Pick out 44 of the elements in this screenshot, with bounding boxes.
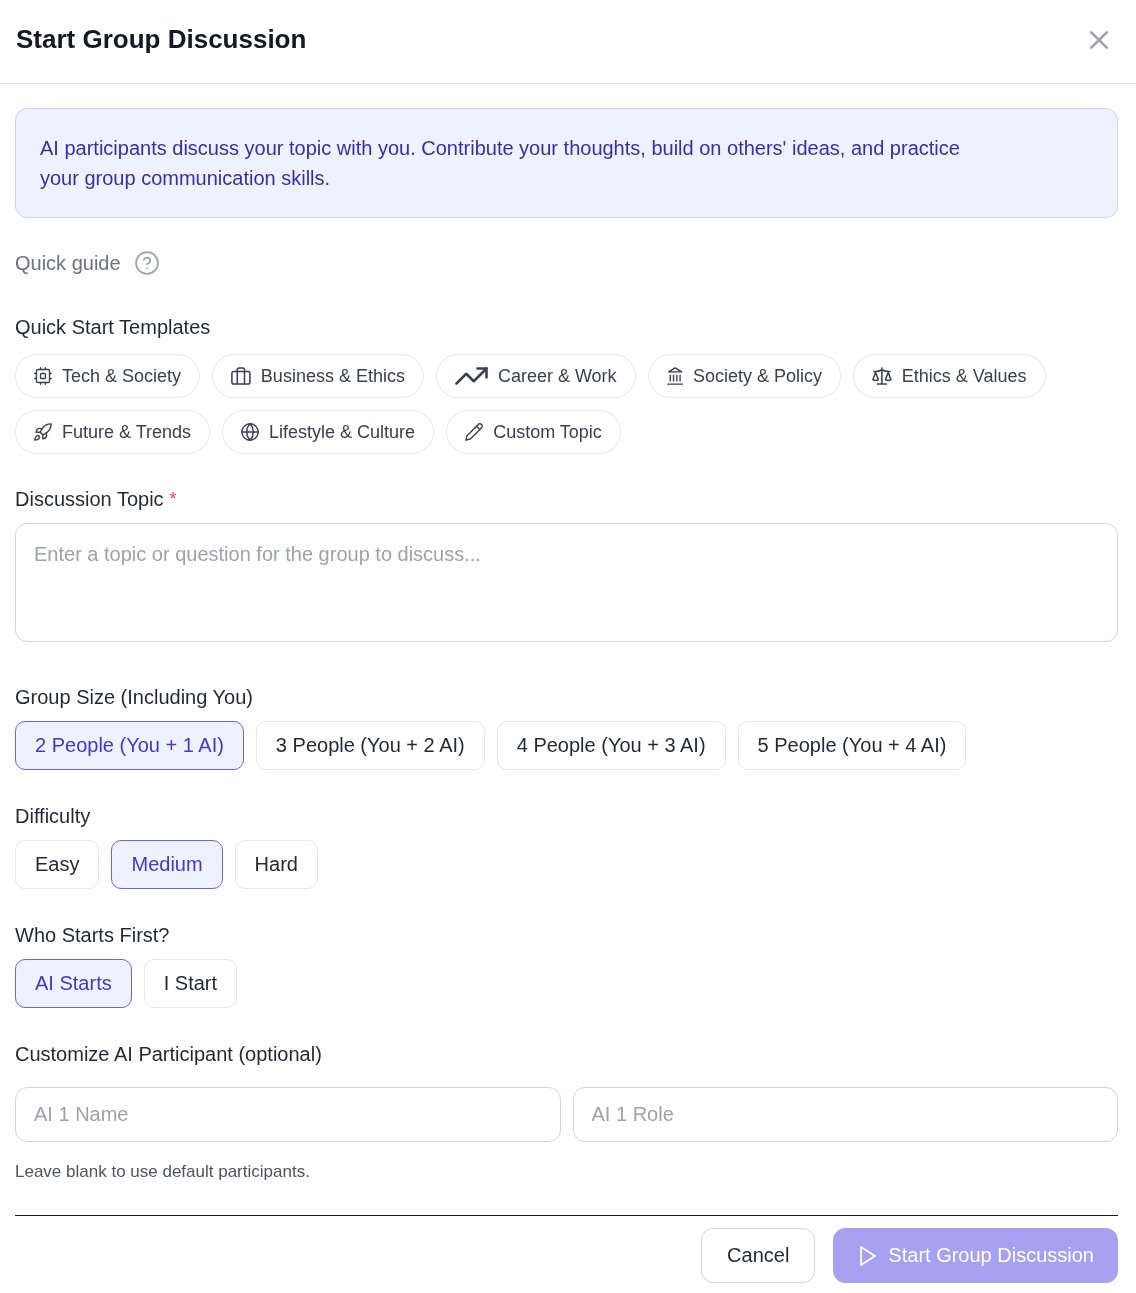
topic-input[interactable]: Enter a topic or question for the group to discuss... bbox=[15, 523, 1118, 642]
template-button[interactable]: Custom Topic bbox=[446, 410, 621, 454]
customize-label: Customize AI Participant (optional) bbox=[15, 1042, 322, 1067]
group-size-label: Group Size (Including You) bbox=[15, 685, 253, 710]
group-size-option[interactable]: 4 People (You + 3 AI) bbox=[496, 721, 726, 770]
start-order-option[interactable]: I Start bbox=[143, 959, 238, 1008]
briefcase-icon bbox=[231, 367, 251, 385]
group-size-option[interactable]: 5 People (You + 4 AI) bbox=[737, 721, 967, 770]
quick-guide-button[interactable]: Quick guide bbox=[15, 248, 159, 278]
template-button[interactable]: Career & Work bbox=[435, 354, 636, 398]
start-order-option[interactable]: AI Starts bbox=[15, 959, 132, 1008]
scales-icon bbox=[872, 367, 892, 385]
templates-label: Quick Start Templates bbox=[15, 315, 211, 340]
cancel-button[interactable]: Cancel bbox=[701, 1228, 816, 1283]
close-button[interactable] bbox=[1088, 28, 1110, 51]
ai-role-input[interactable]: AI 1 Role bbox=[572, 1087, 1118, 1142]
difficulty-option[interactable]: Easy bbox=[15, 840, 100, 889]
ai-name-input[interactable]: AI 1 Name bbox=[15, 1087, 561, 1142]
template-button[interactable]: Society & Policy bbox=[647, 354, 842, 398]
help-icon bbox=[134, 251, 159, 275]
template-button[interactable]: Ethics & Values bbox=[853, 354, 1046, 398]
group-size-option[interactable]: 3 People (You + 2 AI) bbox=[255, 721, 485, 770]
play-icon bbox=[860, 1245, 877, 1266]
required-mark: * bbox=[169, 488, 177, 511]
rocket-icon bbox=[34, 423, 52, 441]
difficulty-label: Difficulty bbox=[15, 804, 91, 829]
trending-up-icon bbox=[454, 367, 488, 385]
globe-icon bbox=[241, 423, 260, 441]
difficulty-option[interactable]: Hard bbox=[234, 840, 318, 889]
difficulty-option[interactable]: Medium bbox=[111, 840, 223, 889]
hint-text: Leave blank to use default participants. bbox=[15, 1161, 311, 1183]
template-button[interactable]: Lifestyle & Culture bbox=[222, 410, 435, 454]
building-icon bbox=[666, 367, 683, 385]
pencil-icon bbox=[465, 423, 484, 441]
template-button[interactable]: Future & Trends bbox=[15, 410, 211, 454]
template-button[interactable]: Tech & Society bbox=[15, 354, 201, 398]
info-text: AI participants discuss your topic with you. Contribute your thoughts, build on others' ideas, and practice your group communication skills. bbox=[40, 136, 961, 191]
chip-icon bbox=[34, 367, 52, 385]
template-button[interactable]: Business & Ethics bbox=[212, 354, 424, 398]
who-starts-label: Who Starts First? bbox=[15, 923, 170, 948]
dialog-title: Start Group Discussion bbox=[16, 24, 307, 55]
topic-label: Discussion Topic bbox=[15, 487, 164, 512]
close-icon bbox=[1090, 30, 1108, 49]
group-size-option[interactable]: 2 People (You + 1 AI) bbox=[15, 721, 244, 770]
